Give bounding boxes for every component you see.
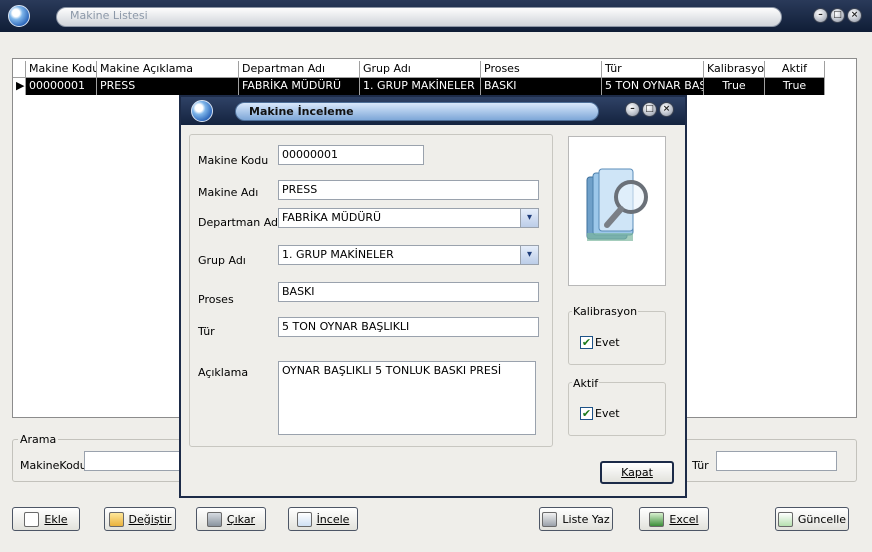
book-magnifier-icon bbox=[586, 168, 648, 241]
title-pill bbox=[56, 7, 782, 27]
makine-kodu-search-label: MakineKodu bbox=[20, 459, 87, 472]
column-header[interactable]: Grup Adı bbox=[360, 61, 481, 78]
column-header[interactable]: Tür bbox=[602, 61, 704, 78]
aciklama-label: Açıklama bbox=[198, 366, 249, 379]
folder-icon bbox=[108, 511, 124, 527]
grup-adi-select[interactable]: 1. GRUP MAKİNELER ▾ bbox=[278, 245, 539, 265]
guncelle-label: Güncelle bbox=[797, 512, 847, 526]
table-cell[interactable]: 00000001 bbox=[26, 78, 97, 95]
new-document-icon bbox=[24, 511, 40, 527]
close-icon[interactable]: × bbox=[847, 8, 862, 23]
search-legend: Arama bbox=[18, 433, 59, 446]
ekle-label: Ekle bbox=[44, 512, 68, 526]
makine-kodu-search-input[interactable] bbox=[84, 451, 184, 471]
column-header[interactable]: Makine Kodu bbox=[26, 61, 97, 78]
globe-icon bbox=[8, 5, 30, 27]
liste-yaz-label: Liste Yaz bbox=[562, 512, 610, 526]
grid-header: Makine Kodu Makine Açıklama Departman Ad… bbox=[13, 61, 825, 78]
table-cell[interactable]: True bbox=[704, 78, 765, 95]
dialog-title-bar[interactable]: Makine İnceleme – □ × bbox=[181, 97, 685, 125]
makine-adi-field[interactable]: PRESS bbox=[278, 180, 539, 200]
table-cell[interactable]: 1. GRUP MAKİNELER bbox=[360, 78, 481, 95]
departman-adi-value: FABRİKA MÜDÜRÜ bbox=[282, 211, 382, 224]
grup-adi-label: Grup Adı bbox=[198, 254, 246, 267]
column-header[interactable]: Departman Adı bbox=[239, 61, 360, 78]
incele-label: İncele bbox=[316, 512, 350, 526]
refresh-icon bbox=[777, 511, 793, 527]
kalibrasyon-legend: Kalibrasyon bbox=[572, 305, 639, 318]
chevron-down-icon[interactable]: ▾ bbox=[520, 209, 538, 227]
column-header[interactable]: Proses bbox=[481, 61, 602, 78]
table-cell[interactable]: PRESS bbox=[97, 78, 239, 95]
proses-field[interactable]: BASKI bbox=[278, 282, 539, 302]
makine-kodu-field[interactable]: 00000001 bbox=[278, 145, 424, 165]
aciklama-textarea[interactable]: OYNAR BAŞLIKLI 5 TONLUK BASKI PRESİ bbox=[278, 361, 536, 435]
makine-inceleme-dialog: Makine İnceleme – □ × Makine Kodu 000000… bbox=[179, 95, 687, 498]
proses-label: Proses bbox=[198, 293, 234, 306]
printer-icon bbox=[542, 511, 558, 527]
degistir-button[interactable]: Değiştir bbox=[104, 507, 176, 531]
kalibrasyon-checkbox[interactable]: ✔ bbox=[580, 336, 593, 349]
grup-adi-value: 1. GRUP MAKİNELER bbox=[282, 248, 394, 261]
chevron-down-icon[interactable]: ▾ bbox=[520, 246, 538, 264]
maximize-icon[interactable]: □ bbox=[830, 8, 845, 23]
makine-adi-label: Makine Adı bbox=[198, 186, 259, 199]
ekle-button[interactable]: Ekle bbox=[12, 507, 80, 531]
liste-yaz-button[interactable]: Liste Yaz bbox=[539, 507, 613, 531]
minimize-icon[interactable]: – bbox=[625, 102, 640, 117]
aktif-checkbox[interactable]: ✔ bbox=[580, 407, 593, 420]
excel-button[interactable]: Excel bbox=[639, 507, 709, 531]
window-title: Makine Listesi bbox=[70, 9, 148, 22]
kapat-button[interactable]: Kapat bbox=[600, 461, 674, 484]
column-header[interactable]: Kalibrasyon bbox=[704, 61, 765, 78]
column-header[interactable]: Makine Açıklama bbox=[97, 61, 239, 78]
machine-image bbox=[568, 136, 666, 286]
main-title-bar[interactable]: Makine Listesi – □ × bbox=[0, 0, 872, 32]
cikar-label: Çıkar bbox=[226, 512, 256, 526]
aktif-legend: Aktif bbox=[572, 377, 600, 390]
dialog-title: Makine İnceleme bbox=[249, 105, 354, 118]
departman-adi-select[interactable]: FABRİKA MÜDÜRÜ ▾ bbox=[278, 208, 539, 228]
tur-search-input[interactable] bbox=[716, 451, 837, 471]
grid-header-indicator bbox=[13, 61, 26, 78]
cikar-button[interactable]: Çıkar bbox=[196, 507, 266, 531]
dialog-window-controls: – □ × bbox=[625, 102, 674, 117]
tur-search-label: Tür bbox=[692, 459, 709, 472]
tur-field[interactable]: 5 TON OYNAR BAŞLIKLI bbox=[278, 317, 539, 337]
excel-label: Excel bbox=[669, 512, 699, 526]
inspect-document-icon bbox=[296, 511, 312, 527]
degistir-label: Değiştir bbox=[128, 512, 172, 526]
close-icon[interactable]: × bbox=[659, 102, 674, 117]
tur-label: Tür bbox=[198, 325, 215, 338]
window-controls: – □ × bbox=[813, 8, 862, 23]
table-cell[interactable]: BASKI bbox=[481, 78, 602, 95]
incele-button[interactable]: İncele bbox=[288, 507, 358, 531]
kapat-label: Kapat bbox=[621, 466, 653, 479]
excel-icon bbox=[649, 511, 665, 527]
table-cell[interactable]: 5 TON OYNAR BAŞ bbox=[602, 78, 704, 95]
aktif-checkbox-label: Evet bbox=[595, 407, 620, 420]
departman-adi-label: Departman Adı bbox=[198, 216, 282, 229]
column-header[interactable]: Aktif bbox=[765, 61, 825, 78]
table-row[interactable]: ▶ 00000001 PRESS FABRİKA MÜDÜRÜ 1. GRUP … bbox=[13, 78, 825, 95]
row-indicator-icon: ▶ bbox=[13, 78, 26, 95]
guncelle-button[interactable]: Güncelle bbox=[775, 507, 849, 531]
minimize-icon[interactable]: – bbox=[813, 8, 828, 23]
makine-kodu-label: Makine Kodu bbox=[198, 154, 269, 167]
maximize-icon[interactable]: □ bbox=[642, 102, 657, 117]
kalibrasyon-checkbox-label: Evet bbox=[595, 336, 620, 349]
globe-icon bbox=[191, 100, 213, 122]
table-cell[interactable]: FABRİKA MÜDÜRÜ bbox=[239, 78, 360, 95]
trash-icon bbox=[206, 511, 222, 527]
table-cell[interactable]: True bbox=[765, 78, 825, 95]
